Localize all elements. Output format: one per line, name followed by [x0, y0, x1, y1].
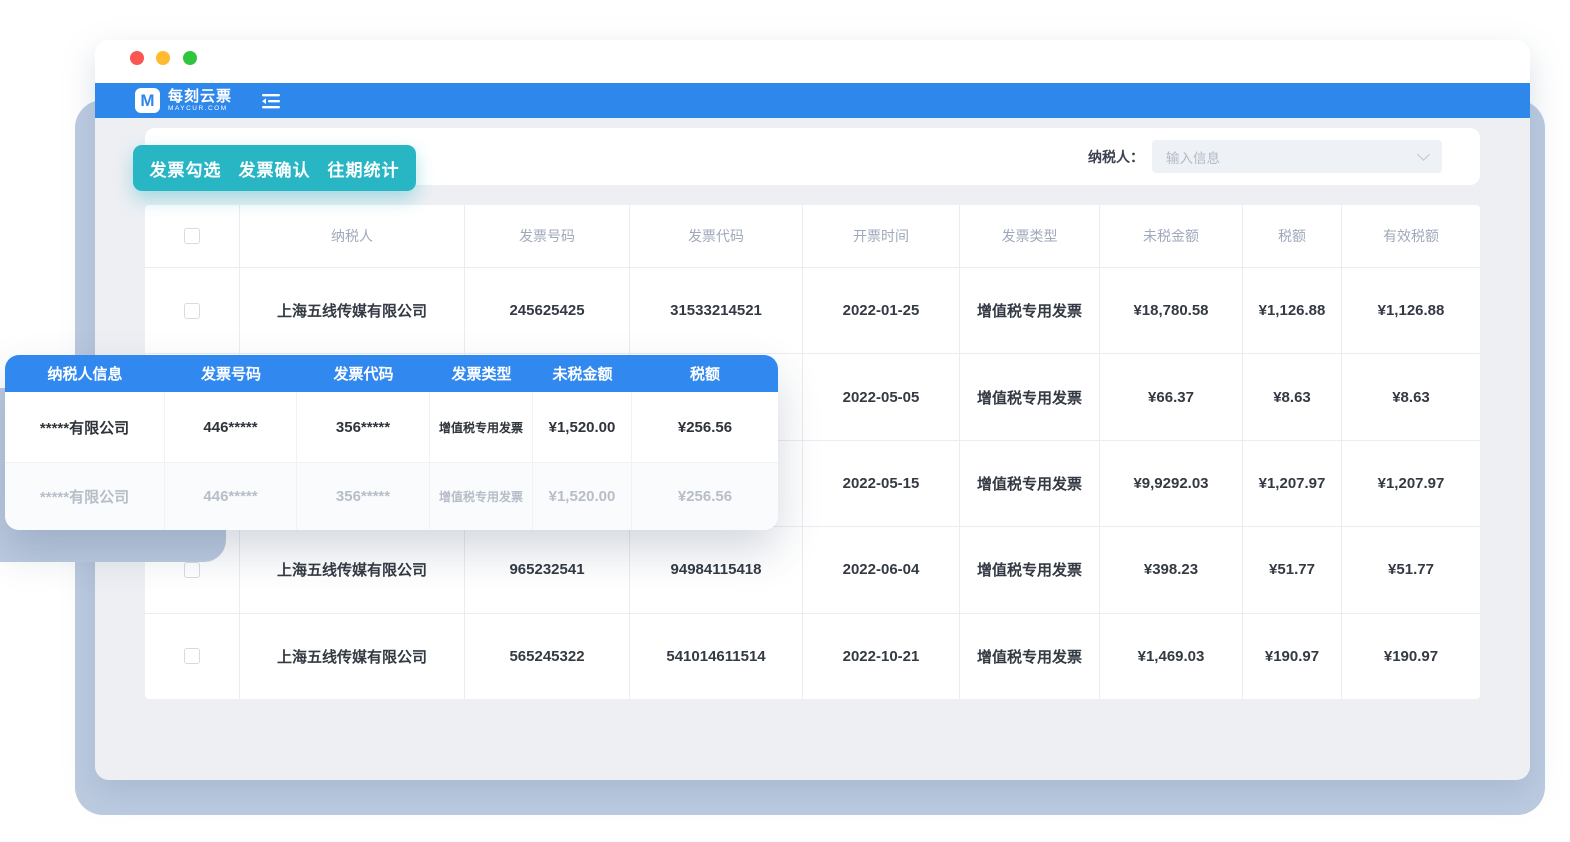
popup-header-row: 纳税人信息 发票号码 发票代码 发票类型 未税金额 税额 — [5, 355, 778, 392]
popup-cell-invoice-no: 446***** — [165, 463, 297, 530]
cell-date: 2022-10-21 — [803, 613, 960, 700]
window-titlebar — [95, 40, 1530, 83]
popup-column-invoice-no: 发票号码 — [200, 366, 261, 383]
cell-date: 2022-06-04 — [803, 527, 960, 613]
popup-cell-pre-tax: ¥1,520.00 — [533, 463, 632, 530]
column-header-pre-tax: 未税金额 — [1100, 205, 1243, 267]
minimize-window-button[interactable] — [156, 51, 170, 65]
cell-type: 增值税专用发票 — [960, 354, 1100, 440]
popup-cell-invoice-code: 356***** — [297, 463, 430, 530]
tab-bar: 发票勾选 发票确认 往期统计 — [133, 145, 416, 191]
collapse-menu-icon[interactable] — [260, 92, 282, 110]
column-header-date: 开票时间 — [803, 205, 960, 267]
cell-valid-tax: ¥1,126.88 — [1377, 302, 1445, 320]
maximize-window-button[interactable] — [183, 51, 197, 65]
popup-column-taxpayer-info: 纳税人信息 — [47, 366, 123, 383]
popup-cell-invoice-no: 446***** — [165, 392, 297, 462]
taxpayer-filter-placeholder: 输入信息 — [1166, 150, 1220, 166]
cell-valid-tax: ¥1,207.97 — [1377, 475, 1445, 493]
row-checkbox[interactable] — [184, 648, 200, 665]
table-row: 上海五线传媒有限公司 965232541 94984115418 2022-06… — [145, 526, 1480, 613]
popup-column-tax: 税额 — [689, 366, 720, 383]
table-row: 上海五线传媒有限公司 245625425 31533214521 2022-01… — [145, 267, 1480, 354]
cell-tax: ¥8.63 — [1243, 354, 1342, 440]
cell-pre-tax: ¥9,9292.03 — [1100, 440, 1243, 527]
column-header-invoice-no: 发票号码 — [465, 205, 630, 267]
cell-tax: ¥190.97 — [1243, 613, 1342, 700]
cell-invoice-code: 541014611514 — [630, 613, 803, 700]
popup-cell-tax: ¥256.56 — [677, 488, 733, 505]
app-header-bar: M 每刻云票 MAYCUR.COM — [95, 83, 1530, 118]
cell-invoice-no: 565245322 — [465, 613, 630, 700]
page: M 每刻云票 MAYCUR.COM 纳税人： 输入信息 发票勾选 发票确认 往期… — [0, 0, 1570, 842]
popup-cell-tax: ¥256.56 — [677, 418, 733, 436]
popup-row: *****有限公司 446***** 356***** 增值税专用发票 ¥1,5… — [5, 392, 778, 462]
popup-cell-taxpayer-info: *****有限公司 — [5, 463, 165, 530]
cell-taxpayer: 上海五线传媒有限公司 — [240, 613, 465, 700]
app-logo: M 每刻云票 MAYCUR.COM — [135, 88, 232, 113]
cell-pre-tax: ¥66.37 — [1100, 354, 1243, 440]
row-checkbox[interactable] — [184, 561, 200, 578]
app-title: 每刻云票 — [168, 87, 233, 105]
popup-cell-taxpayer-info: *****有限公司 — [5, 392, 165, 462]
cell-invoice-code: 31533214521 — [630, 268, 803, 354]
cell-invoice-no: 965232541 — [465, 527, 630, 613]
popup-row-muted: *****有限公司 446***** 356***** 增值税专用发票 ¥1,5… — [5, 462, 778, 530]
cell-type: 增值税专用发票 — [960, 268, 1100, 354]
taxpayer-filter-label: 纳税人： — [1088, 148, 1144, 165]
popup-cell-type: 增值税专用发票 — [430, 463, 533, 530]
cell-date: 2022-01-25 — [803, 268, 960, 354]
popup-cell-pre-tax: ¥1,520.00 — [533, 392, 632, 462]
table-header-row: 纳税人 发票号码 发票代码 开票时间 发票类型 未税金额 税额 有效税额 — [145, 205, 1480, 267]
cell-valid-tax: ¥51.77 — [1388, 561, 1434, 579]
cell-tax: ¥51.77 — [1243, 527, 1342, 613]
tab-invoice-confirm[interactable]: 发票确认 — [239, 156, 311, 181]
cell-pre-tax: ¥398.23 — [1100, 527, 1243, 613]
column-header-type: 发票类型 — [960, 205, 1100, 267]
cell-taxpayer: 上海五线传媒有限公司 — [240, 268, 465, 354]
cell-valid-tax: ¥8.63 — [1392, 388, 1430, 406]
column-header-tax: 税额 — [1243, 205, 1342, 267]
cell-valid-tax: ¥190.97 — [1383, 647, 1439, 665]
popup-cell-invoice-code: 356***** — [297, 392, 430, 462]
cell-date: 2022-05-15 — [803, 440, 960, 527]
close-window-button[interactable] — [130, 51, 144, 65]
tab-invoice-select[interactable]: 发票勾选 — [150, 156, 222, 181]
taxpayer-detail-popup: 纳税人信息 发票号码 发票代码 发票类型 未税金额 税额 *****有限公司 4… — [5, 355, 778, 530]
select-all-checkbox[interactable] — [184, 228, 200, 244]
cell-type: 增值税专用发票 — [960, 440, 1100, 527]
row-checkbox[interactable] — [184, 302, 200, 319]
app-subtitle: MAYCUR.COM — [168, 104, 228, 112]
chevron-down-icon — [1417, 148, 1430, 161]
cell-invoice-code: 94984115418 — [630, 527, 803, 613]
popup-column-type: 发票类型 — [451, 366, 512, 383]
popup-column-invoice-code: 发票代码 — [333, 366, 394, 383]
cell-date: 2022-05-05 — [803, 354, 960, 440]
column-header-taxpayer: 纳税人 — [240, 205, 465, 267]
cell-type: 增值税专用发票 — [960, 527, 1100, 613]
cell-type: 增值税专用发票 — [960, 613, 1100, 700]
column-header-invoice-code: 发票代码 — [630, 205, 803, 267]
cell-pre-tax: ¥1,469.03 — [1100, 613, 1243, 700]
cell-tax: ¥1,126.88 — [1243, 268, 1342, 354]
popup-cell-type: 增值税专用发票 — [430, 392, 533, 462]
cell-invoice-no: 245625425 — [465, 268, 630, 354]
cell-tax: ¥1,207.97 — [1243, 440, 1342, 527]
logo-mark-icon: M — [135, 88, 160, 113]
cell-taxpayer: 上海五线传媒有限公司 — [240, 527, 465, 613]
column-header-valid-tax: 有效税额 — [1383, 228, 1439, 244]
taxpayer-filter-select[interactable]: 输入信息 — [1152, 140, 1442, 173]
table-row: 上海五线传媒有限公司 565245322 541014611514 2022-1… — [145, 612, 1480, 700]
popup-column-pre-tax: 未税金额 — [552, 366, 613, 383]
tab-past-statistics[interactable]: 往期统计 — [328, 156, 400, 181]
cell-pre-tax: ¥18,780.58 — [1100, 268, 1243, 354]
